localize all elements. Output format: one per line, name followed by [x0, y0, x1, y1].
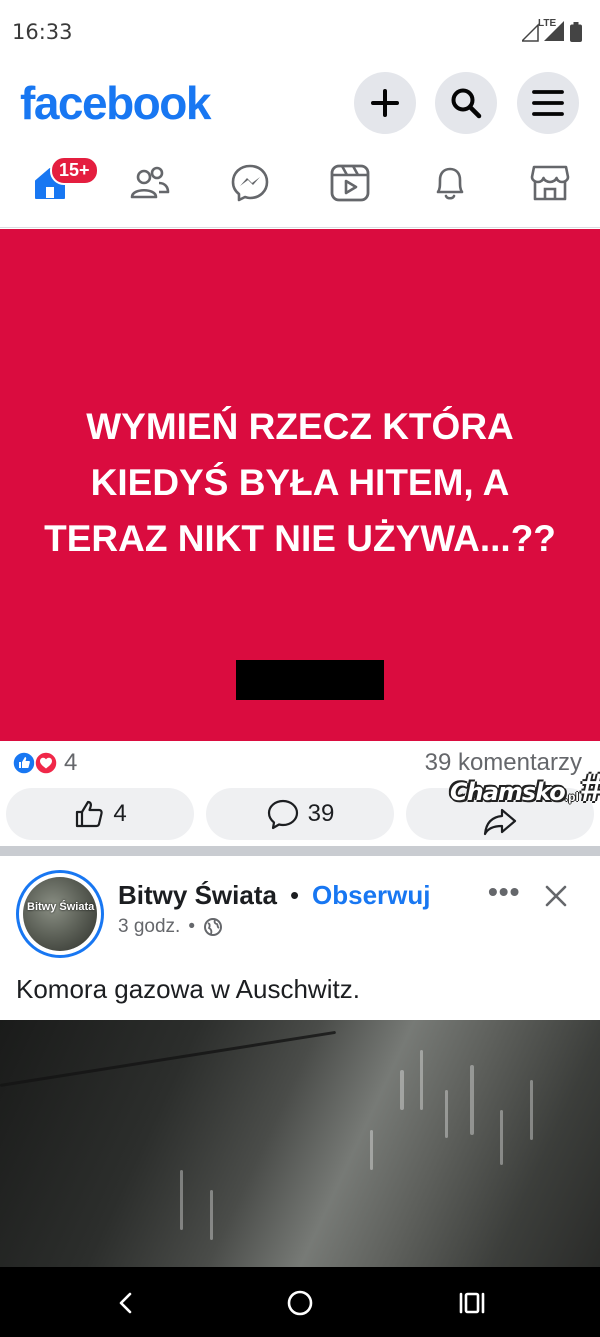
feed-divider: [0, 846, 600, 856]
close-icon[interactable]: [540, 880, 572, 912]
create-button[interactable]: [354, 72, 416, 134]
watermark-hash: #: [581, 766, 600, 811]
watermark-tld: .pl: [564, 789, 579, 804]
plus-icon: [371, 89, 399, 117]
watermark-text: Chamsko: [450, 777, 566, 806]
home-circle-icon: [287, 1290, 313, 1316]
menu-icon: [532, 90, 564, 116]
text-post-card[interactable]: WYMIEŃ RZECZ KTÓRA KIEDYŚ BYŁA HITEM, A …: [0, 229, 600, 741]
notifications-icon: [436, 167, 464, 200]
recents-icon: [459, 1292, 485, 1314]
comment-button[interactable]: 39: [206, 788, 394, 840]
page-name[interactable]: Bitwy Świata: [118, 880, 277, 911]
avatar-text: Bitwy Świata: [27, 901, 95, 913]
reaction-icons[interactable]: [12, 751, 60, 775]
search-icon: [451, 88, 482, 119]
system-nav-bar: [0, 1267, 600, 1337]
redaction-box: [236, 660, 384, 700]
status-icons: LTE: [520, 18, 582, 42]
post-photo[interactable]: [0, 1020, 600, 1267]
home-button[interactable]: [278, 1281, 322, 1325]
post-header: Bitwy Świata Bitwy Świata • Obserwuj 3 g…: [0, 856, 600, 966]
tab-notifications[interactable]: [424, 158, 476, 208]
tab-video[interactable]: [324, 158, 376, 208]
home-badge: 15+: [50, 156, 99, 185]
tab-marketplace[interactable]: [524, 158, 576, 208]
signal-icon: LTE: [520, 18, 566, 42]
post-meta: 3 godz. •: [118, 916, 223, 938]
reaction-count: 4: [64, 749, 78, 776]
search-button[interactable]: [435, 72, 497, 134]
network-label: LTE: [538, 18, 557, 29]
tab-messenger[interactable]: [224, 158, 276, 208]
messenger-icon: [231, 164, 269, 202]
more-options-button[interactable]: •••: [488, 876, 520, 908]
post-text: WYMIEŃ RZECZ KTÓRA KIEDYŚ BYŁA HITEM, A …: [44, 406, 556, 559]
love-reaction-icon: [34, 751, 58, 775]
post-time[interactable]: 3 godz.: [118, 916, 180, 938]
like-reaction-icon: [12, 751, 36, 775]
recents-button[interactable]: [450, 1281, 494, 1325]
video-icon: [330, 164, 370, 202]
follow-button[interactable]: Obserwuj: [312, 880, 430, 911]
name-separator: •: [290, 880, 300, 910]
back-button[interactable]: [104, 1281, 148, 1325]
facebook-logo[interactable]: facebook: [20, 76, 211, 130]
thumbs-up-icon: [76, 800, 104, 828]
comment-icon: [267, 799, 298, 830]
back-icon: [119, 1292, 132, 1314]
like-button[interactable]: 4: [6, 788, 194, 840]
watermark: Chamsko .pl #: [450, 766, 600, 811]
status-time: 16:33: [12, 20, 73, 44]
friends-icon: [130, 166, 170, 199]
menu-button[interactable]: [517, 72, 579, 134]
tab-friends[interactable]: [124, 158, 176, 208]
battery-icon: [570, 22, 582, 42]
app-header: facebook: [0, 64, 600, 140]
like-count: 4: [113, 800, 127, 827]
meta-separator: •: [188, 916, 195, 937]
comment-count: 39: [307, 800, 335, 827]
post-caption: Komora gazowa w Auschwitz.: [16, 974, 360, 1004]
page-avatar[interactable]: Bitwy Świata: [16, 870, 104, 958]
marketplace-icon: [530, 165, 570, 201]
globe-icon: [203, 918, 222, 936]
status-bar: 16:33 LTE: [0, 0, 600, 64]
